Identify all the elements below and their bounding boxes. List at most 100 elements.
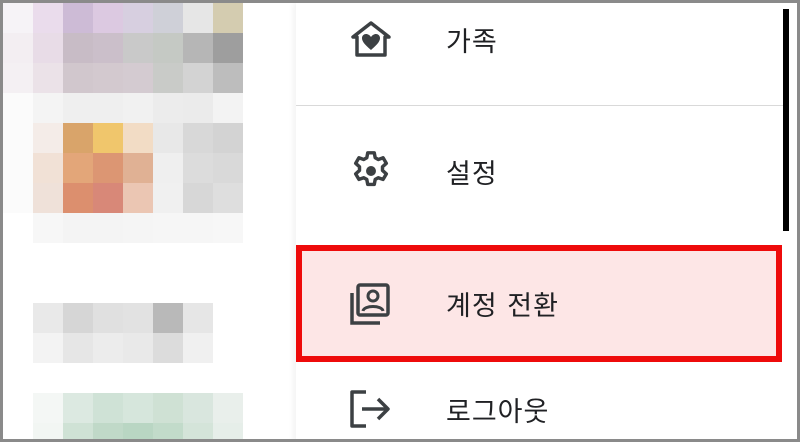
blur-pixel [63, 123, 93, 153]
blur-pixel [213, 183, 243, 213]
blur-pixel [213, 423, 243, 439]
blur-pixel [183, 93, 213, 123]
blur-pixel [63, 363, 93, 393]
blur-pixel [123, 33, 153, 63]
blur-pixel [3, 243, 33, 273]
menu-item-family[interactable]: 가족 [296, 11, 783, 67]
blur-pixel [243, 33, 273, 63]
blur-pixel [123, 423, 153, 439]
blur-pixel [153, 123, 183, 153]
blur-pixel [123, 393, 153, 423]
blur-pixel [243, 3, 273, 33]
menu-item-settings[interactable]: 설정 [296, 143, 783, 199]
blur-pixel [123, 93, 153, 123]
home-heart-icon [348, 16, 394, 62]
blur-pixel [153, 273, 183, 303]
blur-pixel [33, 273, 63, 303]
blur-pixel [93, 123, 123, 153]
blur-pixel [243, 393, 273, 423]
blur-pixel [213, 333, 243, 363]
blur-pixel [183, 33, 213, 63]
blur-pixel [153, 153, 183, 183]
blur-pixel [3, 213, 33, 243]
blur-pixel [183, 213, 213, 243]
blur-pixel [153, 363, 183, 393]
blur-pixel [213, 363, 243, 393]
blur-pixel [213, 243, 243, 273]
blur-pixel [93, 33, 123, 63]
blur-pixel [93, 363, 123, 393]
blur-pixel [183, 333, 213, 363]
blur-pixel [33, 423, 63, 439]
blur-pixel [63, 333, 93, 363]
blur-pixel [93, 153, 123, 183]
blur-pixel [33, 153, 63, 183]
blur-pixel [213, 123, 243, 153]
blur-pixel [63, 273, 93, 303]
blur-pixel [33, 303, 63, 333]
blur-pixel [123, 123, 153, 153]
blur-pixel [33, 33, 63, 63]
scrollbar-track[interactable] [783, 3, 797, 439]
blur-pixel [3, 333, 33, 363]
blur-pixel [123, 303, 153, 333]
blur-pixel [123, 363, 153, 393]
blur-pixel [63, 303, 93, 333]
blur-pixel [183, 423, 213, 439]
blur-pixel [33, 363, 63, 393]
blur-pixel [93, 393, 123, 423]
blur-pixel [93, 63, 123, 93]
blur-pixel [243, 333, 273, 363]
blur-pixel [63, 93, 93, 123]
blur-pixel [243, 273, 273, 303]
blur-pixel [33, 333, 63, 363]
blur-pixel [3, 33, 33, 63]
blur-pixel [123, 333, 153, 363]
blur-pixel [63, 153, 93, 183]
blur-pixel [243, 363, 273, 393]
blur-pixel [3, 123, 33, 153]
menu-item-label: 설정 [446, 158, 498, 190]
menu-item-logout[interactable]: 로그아웃 [296, 381, 783, 437]
scrollbar-thumb[interactable] [783, 9, 789, 231]
blur-pixel [93, 273, 123, 303]
blur-pixel [243, 153, 273, 183]
blur-pixel [33, 3, 63, 33]
blur-pixel [93, 183, 123, 213]
menu-item-switch-account[interactable]: 계정 전환 [296, 245, 782, 362]
menu-item-label: 가족 [446, 26, 498, 58]
blur-pixel [243, 93, 273, 123]
blur-pixel [93, 303, 123, 333]
blur-pixel [243, 183, 273, 213]
blur-pixel [153, 183, 183, 213]
blur-pixel [3, 303, 33, 333]
blur-pixel [3, 153, 33, 183]
blur-pixel [3, 423, 33, 439]
blur-pixel [183, 63, 213, 93]
blurred-background-content [3, 3, 303, 439]
blur-pixel [243, 213, 273, 243]
blur-pixel [153, 63, 183, 93]
blur-pixel [3, 363, 33, 393]
blur-pixel [63, 423, 93, 439]
blur-pixel [213, 303, 243, 333]
blur-pixel [33, 63, 63, 93]
blur-pixel [93, 333, 123, 363]
blur-pixel [213, 153, 243, 183]
blur-pixel [183, 243, 213, 273]
blur-pixel [153, 243, 183, 273]
menu-divider [296, 105, 783, 106]
blur-pixel [183, 273, 213, 303]
menu-item-label: 계정 전환 [446, 291, 559, 322]
blur-pixel [243, 423, 273, 439]
blur-pixel [183, 153, 213, 183]
blur-pixel [33, 93, 63, 123]
blur-pixel [93, 93, 123, 123]
blur-pixel [153, 393, 183, 423]
blur-pixel [123, 3, 153, 33]
blur-pixel [33, 123, 63, 153]
blur-pixel [153, 213, 183, 243]
blur-pixel [63, 243, 93, 273]
blur-pixel [183, 183, 213, 213]
blur-pixel [93, 243, 123, 273]
